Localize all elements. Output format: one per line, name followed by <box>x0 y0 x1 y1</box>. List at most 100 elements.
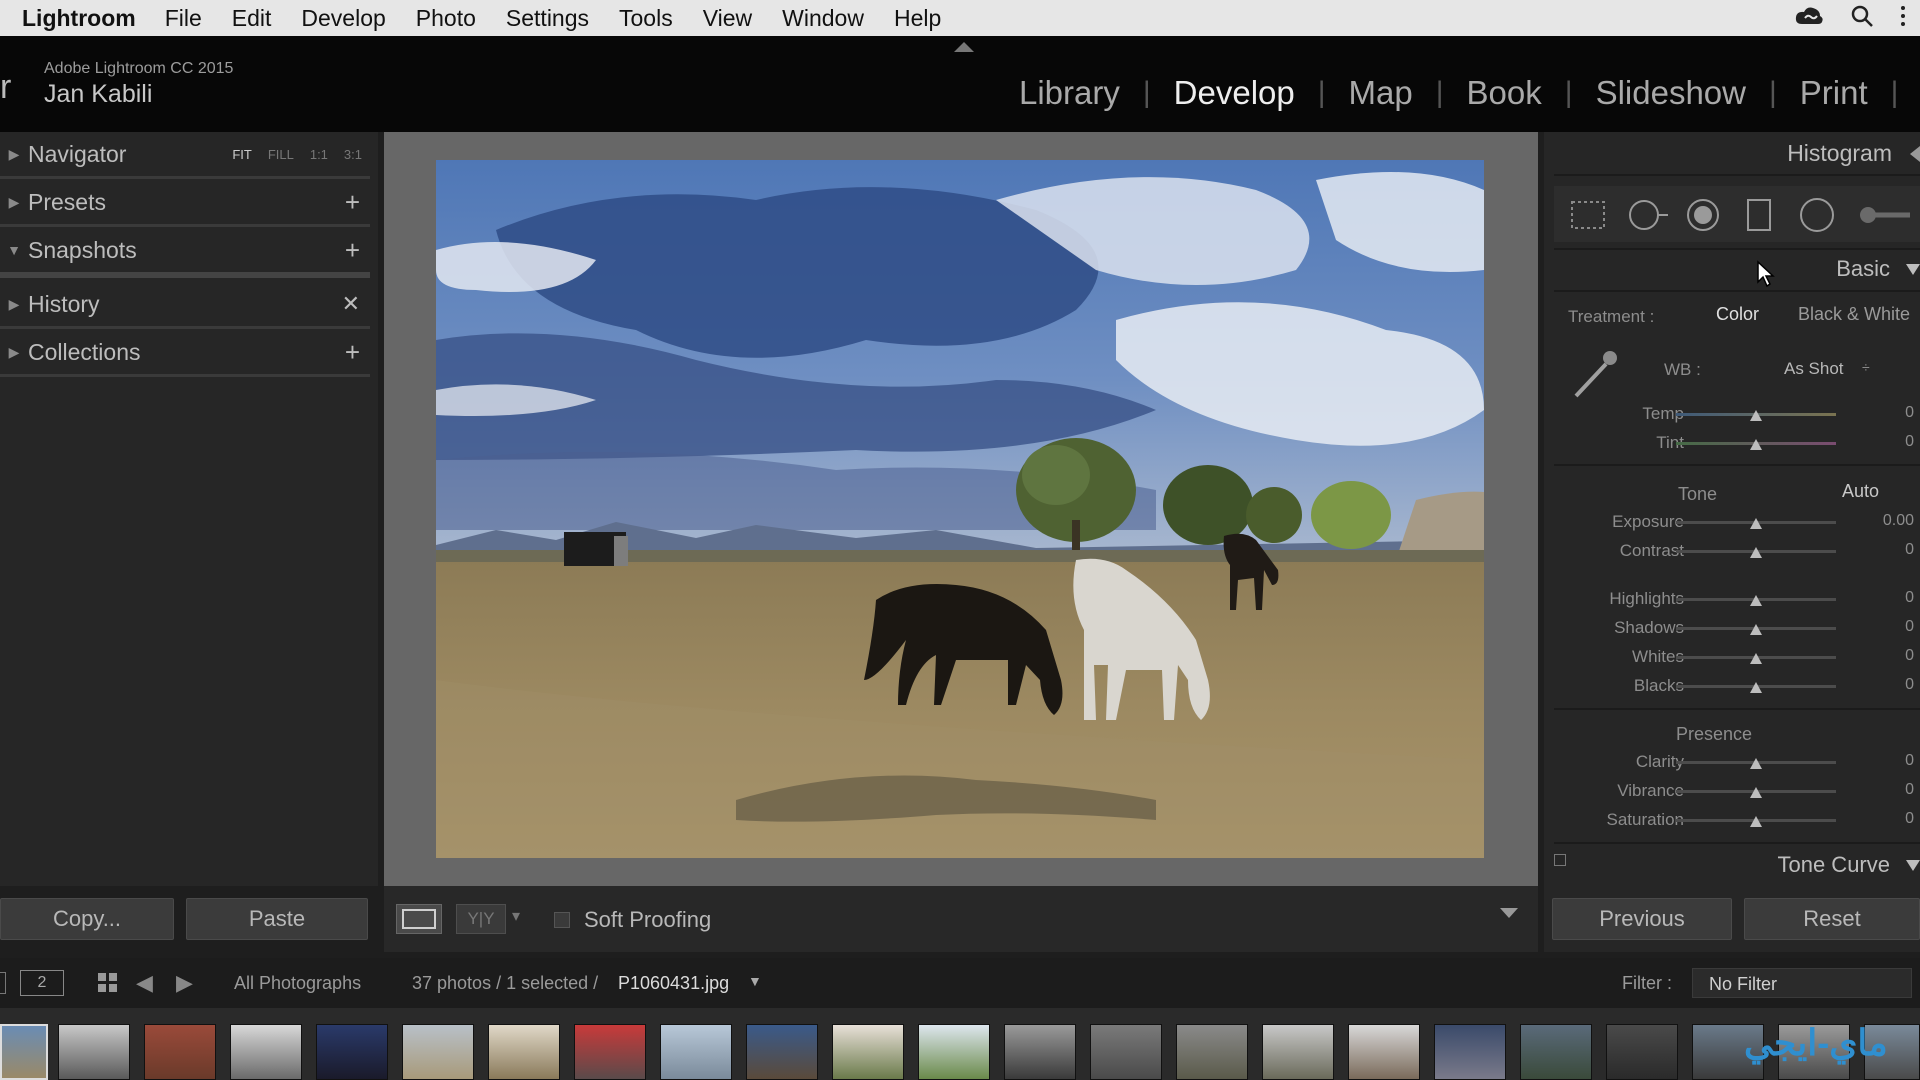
menu-app-lightroom[interactable]: Lightroom <box>22 5 136 32</box>
contrast-slider-thumb[interactable] <box>1750 547 1762 558</box>
vibrance-value[interactable]: 0 <box>1868 781 1914 799</box>
menu-develop[interactable]: Develop <box>301 5 385 32</box>
navigator-panel-header[interactable]: ▶ Navigator FIT FILL 1:1 3:1 <box>0 132 372 176</box>
filmstrip-thumbnail[interactable] <box>918 1024 990 1080</box>
zoom-fit[interactable]: FIT <box>232 147 252 162</box>
contrast-value[interactable]: 0 <box>1868 541 1914 559</box>
menu-help[interactable]: Help <box>894 5 941 32</box>
add-preset-icon[interactable]: + <box>345 187 360 218</box>
copy-settings-button[interactable]: Copy... <box>0 898 174 940</box>
treatment-bw-option[interactable]: Black & White <box>1798 304 1910 325</box>
collections-panel-header[interactable]: ▶ Collections + <box>0 330 372 374</box>
filmstrip-thumbnail[interactable] <box>144 1024 216 1080</box>
clarity-slider-thumb[interactable] <box>1750 758 1762 769</box>
filmstrip-thumbnail[interactable] <box>660 1024 732 1080</box>
whites-value[interactable]: 0 <box>1868 647 1914 665</box>
module-map[interactable]: Map <box>1326 74 1436 112</box>
filmstrip-filename[interactable]: P1060431.jpg <box>618 973 729 994</box>
filter-dropdown[interactable]: No Filter <box>1692 968 1912 998</box>
filmstrip-thumbnail[interactable] <box>1004 1024 1076 1080</box>
filename-dropdown-icon[interactable]: ▼ <box>748 973 762 989</box>
filmstrip-thumbnail[interactable] <box>1262 1024 1334 1080</box>
filmstrip-thumbnail[interactable] <box>402 1024 474 1080</box>
filmstrip-thumbnail[interactable] <box>316 1024 388 1080</box>
radial-filter-icon[interactable] <box>1798 196 1836 234</box>
histogram-title[interactable]: Histogram <box>1787 140 1892 167</box>
loupe-view-button[interactable] <box>396 904 442 934</box>
blacks-slider-thumb[interactable] <box>1750 682 1762 693</box>
saturation-slider-thumb[interactable] <box>1750 816 1762 827</box>
module-library[interactable]: Library <box>996 74 1143 112</box>
highlights-slider-thumb[interactable] <box>1750 595 1762 606</box>
highlights-value[interactable]: 0 <box>1868 589 1914 607</box>
saturation-value[interactable]: 0 <box>1868 810 1914 828</box>
filmstrip-thumbnail[interactable] <box>488 1024 560 1080</box>
monitor-1-icon[interactable] <box>0 972 6 994</box>
filmstrip-source[interactable]: All Photographs <box>234 973 361 994</box>
graduated-filter-icon[interactable] <box>1744 196 1774 234</box>
adjustment-brush-icon[interactable] <box>1856 196 1912 234</box>
filmstrip-thumbnail[interactable] <box>58 1024 130 1080</box>
presets-panel-header[interactable]: ▶ Presets + <box>0 180 372 224</box>
basic-panel-title[interactable]: Basic <box>1836 256 1890 282</box>
filmstrip-thumbnail[interactable] <box>1090 1024 1162 1080</box>
filmstrip-thumbnail[interactable] <box>1520 1024 1592 1080</box>
before-after-dropdown-icon[interactable]: ▾ <box>512 906 520 926</box>
filmstrip-thumbnail[interactable] <box>574 1024 646 1080</box>
vibrance-slider-thumb[interactable] <box>1750 787 1762 798</box>
wb-dropdown-chevron-icon[interactable]: ÷ <box>1862 359 1870 375</box>
menu-photo[interactable]: Photo <box>416 5 476 32</box>
module-web[interactable]: W <box>1898 74 1920 112</box>
shadows-value[interactable]: 0 <box>1868 618 1914 636</box>
tint-value[interactable]: 0 <box>1868 433 1914 451</box>
filmstrip-thumbnail[interactable] <box>746 1024 818 1080</box>
menu-view[interactable]: View <box>703 5 752 32</box>
temp-slider-thumb[interactable] <box>1750 410 1762 421</box>
clear-history-icon[interactable]: ✕ <box>342 291 360 317</box>
histogram-collapse-icon[interactable] <box>1910 146 1920 162</box>
top-panel-toggle-icon[interactable] <box>954 42 974 52</box>
previous-button[interactable]: Previous <box>1552 898 1732 940</box>
tone-curve-switch[interactable] <box>1554 854 1566 866</box>
menu-window[interactable]: Window <box>782 5 864 32</box>
white-balance-eyedropper-icon[interactable] <box>1568 346 1622 402</box>
menu-settings[interactable]: Settings <box>506 5 589 32</box>
filmstrip-thumbnail[interactable] <box>1434 1024 1506 1080</box>
auto-tone-button[interactable]: Auto <box>1842 481 1879 502</box>
creative-cloud-icon[interactable] <box>1794 4 1824 28</box>
toolbar-content-dropdown-icon[interactable] <box>1500 908 1518 918</box>
tone-curve-title[interactable]: Tone Curve <box>1777 852 1890 878</box>
module-slideshow[interactable]: Slideshow <box>1573 74 1769 112</box>
exposure-slider-thumb[interactable] <box>1750 518 1762 529</box>
reset-button[interactable]: Reset <box>1744 898 1920 940</box>
filmstrip-thumbnail[interactable] <box>1606 1024 1678 1080</box>
module-develop[interactable]: Develop <box>1151 74 1318 112</box>
shadows-slider-thumb[interactable] <box>1750 624 1762 635</box>
blacks-value[interactable]: 0 <box>1868 676 1914 694</box>
clarity-value[interactable]: 0 <box>1868 752 1914 770</box>
zoom-1-1[interactable]: 1:1 <box>310 147 328 162</box>
photo-horses-in-field[interactable] <box>436 160 1484 858</box>
menu-tools[interactable]: Tools <box>619 5 673 32</box>
tint-slider-thumb[interactable] <box>1750 439 1762 450</box>
module-print[interactable]: Print <box>1777 74 1891 112</box>
filmstrip-thumbnail[interactable] <box>1176 1024 1248 1080</box>
whites-slider-thumb[interactable] <box>1750 653 1762 664</box>
monitor-2-button[interactable]: 2 <box>20 970 64 996</box>
menu-extras-icon[interactable] <box>1900 4 1906 28</box>
history-panel-header[interactable]: ▶ History ✕ <box>0 282 372 326</box>
crop-overlay-icon[interactable] <box>1568 196 1608 234</box>
menu-edit[interactable]: Edit <box>232 5 272 32</box>
wb-dropdown[interactable]: As Shot <box>1784 359 1844 379</box>
exposure-value[interactable]: 0.00 <box>1868 512 1914 530</box>
spot-removal-icon[interactable] <box>1624 196 1670 234</box>
before-after-button[interactable]: Y|Y <box>456 904 506 934</box>
snapshots-panel-header[interactable]: ▼ Snapshots + <box>0 228 372 272</box>
filmstrip-thumbnail[interactable] <box>832 1024 904 1080</box>
add-collection-icon[interactable]: + <box>345 337 360 368</box>
back-arrow-icon[interactable]: ◀ <box>136 970 153 996</box>
temp-value[interactable]: 0 <box>1868 404 1914 422</box>
add-snapshot-icon[interactable]: + <box>345 235 360 266</box>
zoom-3-1[interactable]: 3:1 <box>344 147 362 162</box>
filmstrip-thumbnail[interactable] <box>230 1024 302 1080</box>
